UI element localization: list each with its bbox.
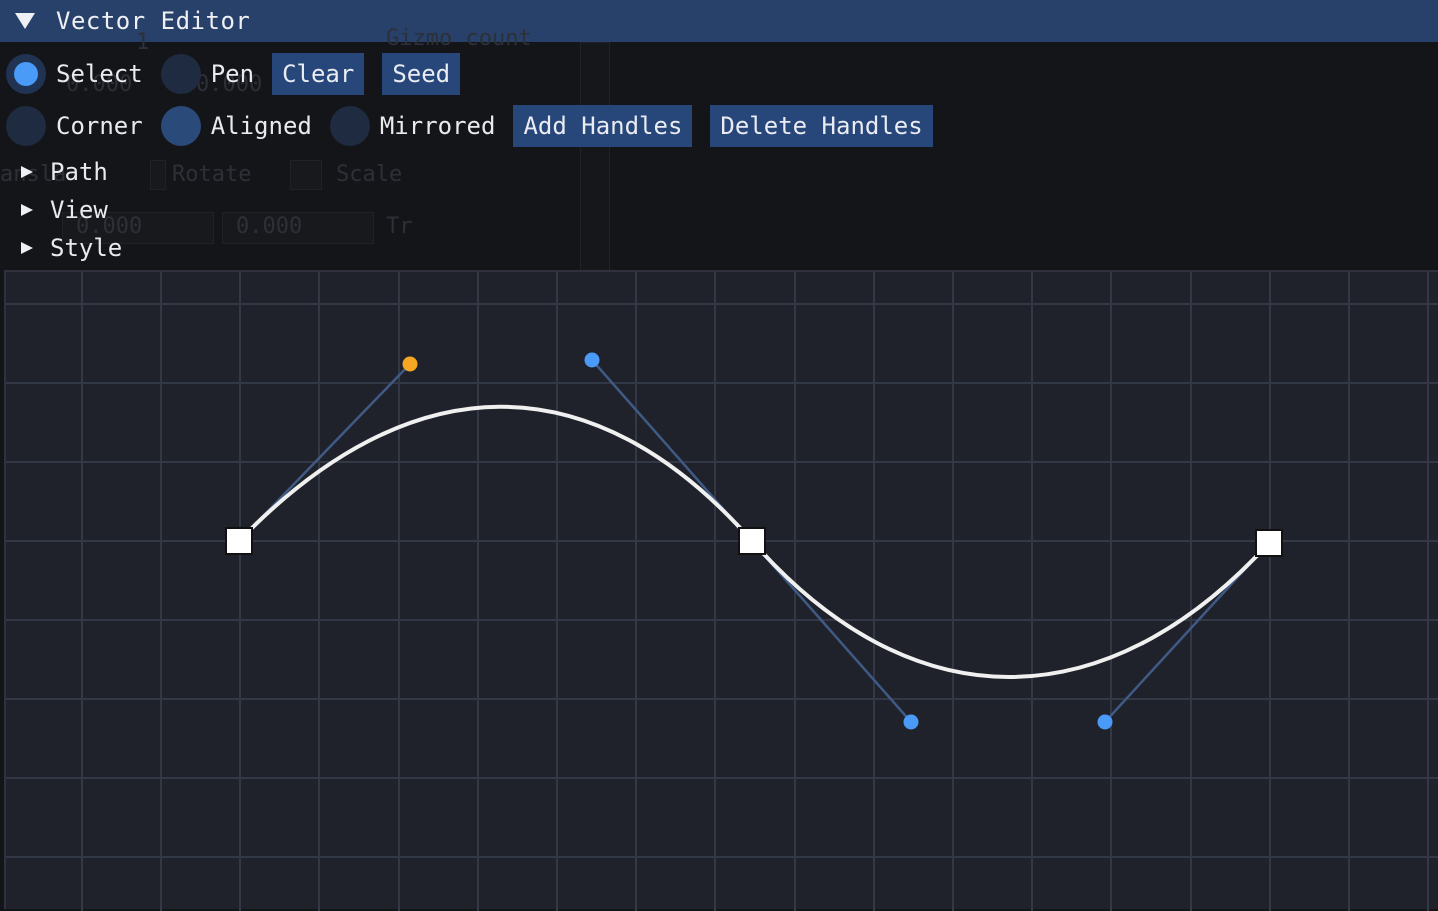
editor-controls-panel: 1 Gizmo count 0.000 0.000 ansla Rotate S…	[0, 26, 1438, 272]
clear-button[interactable]: Clear	[272, 53, 365, 95]
tree-node-style[interactable]: Style	[20, 230, 122, 266]
radio-aligned-mode[interactable]: Aligned	[160, 106, 312, 146]
radio-label: Corner	[56, 112, 143, 140]
handle-mode-row: Corner Aligned Mirrored Add Handles Dele…	[6, 104, 951, 148]
radio-indicator	[160, 106, 201, 146]
vector-canvas[interactable]	[4, 270, 1438, 911]
radio-label: Pen	[210, 60, 255, 88]
ghost-checkbox	[290, 160, 322, 190]
tree-node-view[interactable]: View	[20, 192, 108, 228]
anchor-point[interactable]	[225, 527, 253, 555]
ghost-text: 0.000	[236, 214, 303, 239]
control-handle[interactable]	[584, 352, 600, 368]
radio-corner-mode[interactable]: Corner	[6, 106, 143, 146]
ghost-checkbox	[150, 160, 166, 190]
seed-button[interactable]: Seed	[382, 53, 461, 95]
tool-mode-row: Select Pen Clear Seed	[6, 52, 478, 96]
radio-indicator	[329, 106, 370, 146]
anchor-point[interactable]	[738, 527, 766, 555]
triangle-right-icon	[20, 241, 34, 255]
radio-indicator	[6, 54, 46, 94]
window-title: Vector Editor	[56, 7, 251, 35]
tree-node-label: Style	[50, 234, 123, 262]
radio-pen-tool[interactable]: Pen	[160, 54, 255, 94]
canvas-svg[interactable]	[6, 272, 1438, 911]
ghost-text: Tr	[386, 214, 413, 239]
tree-node-path[interactable]: Path	[20, 154, 108, 190]
triangle-right-icon	[20, 203, 34, 217]
window-titlebar[interactable]: Vector Editor	[0, 0, 1438, 42]
ghost-text: Scale	[336, 162, 403, 187]
radio-label: Mirrored	[379, 112, 496, 140]
tree-node-label: Path	[50, 158, 108, 186]
radio-mirrored-mode[interactable]: Mirrored	[329, 106, 496, 146]
radio-label: Aligned	[210, 112, 312, 140]
ghost-panel	[580, 42, 610, 272]
ghost-text: Rotate	[172, 162, 252, 187]
triangle-right-icon	[20, 165, 34, 179]
radio-indicator	[160, 54, 201, 94]
ghost-text: Gizmo count	[386, 26, 532, 51]
control-handle[interactable]	[903, 714, 919, 730]
radio-indicator	[6, 106, 46, 146]
radio-label: Select	[56, 60, 143, 88]
tree-node-label: View	[50, 196, 108, 224]
radio-select-tool[interactable]: Select	[6, 54, 143, 94]
collapse-triangle-icon[interactable]	[14, 12, 36, 30]
control-handle[interactable]	[1097, 714, 1113, 730]
control-handle-selected[interactable]	[402, 356, 418, 372]
anchor-point[interactable]	[1255, 529, 1283, 557]
add-handles-button[interactable]: Add Handles	[513, 105, 693, 147]
delete-handles-button[interactable]: Delete Handles	[710, 105, 933, 147]
